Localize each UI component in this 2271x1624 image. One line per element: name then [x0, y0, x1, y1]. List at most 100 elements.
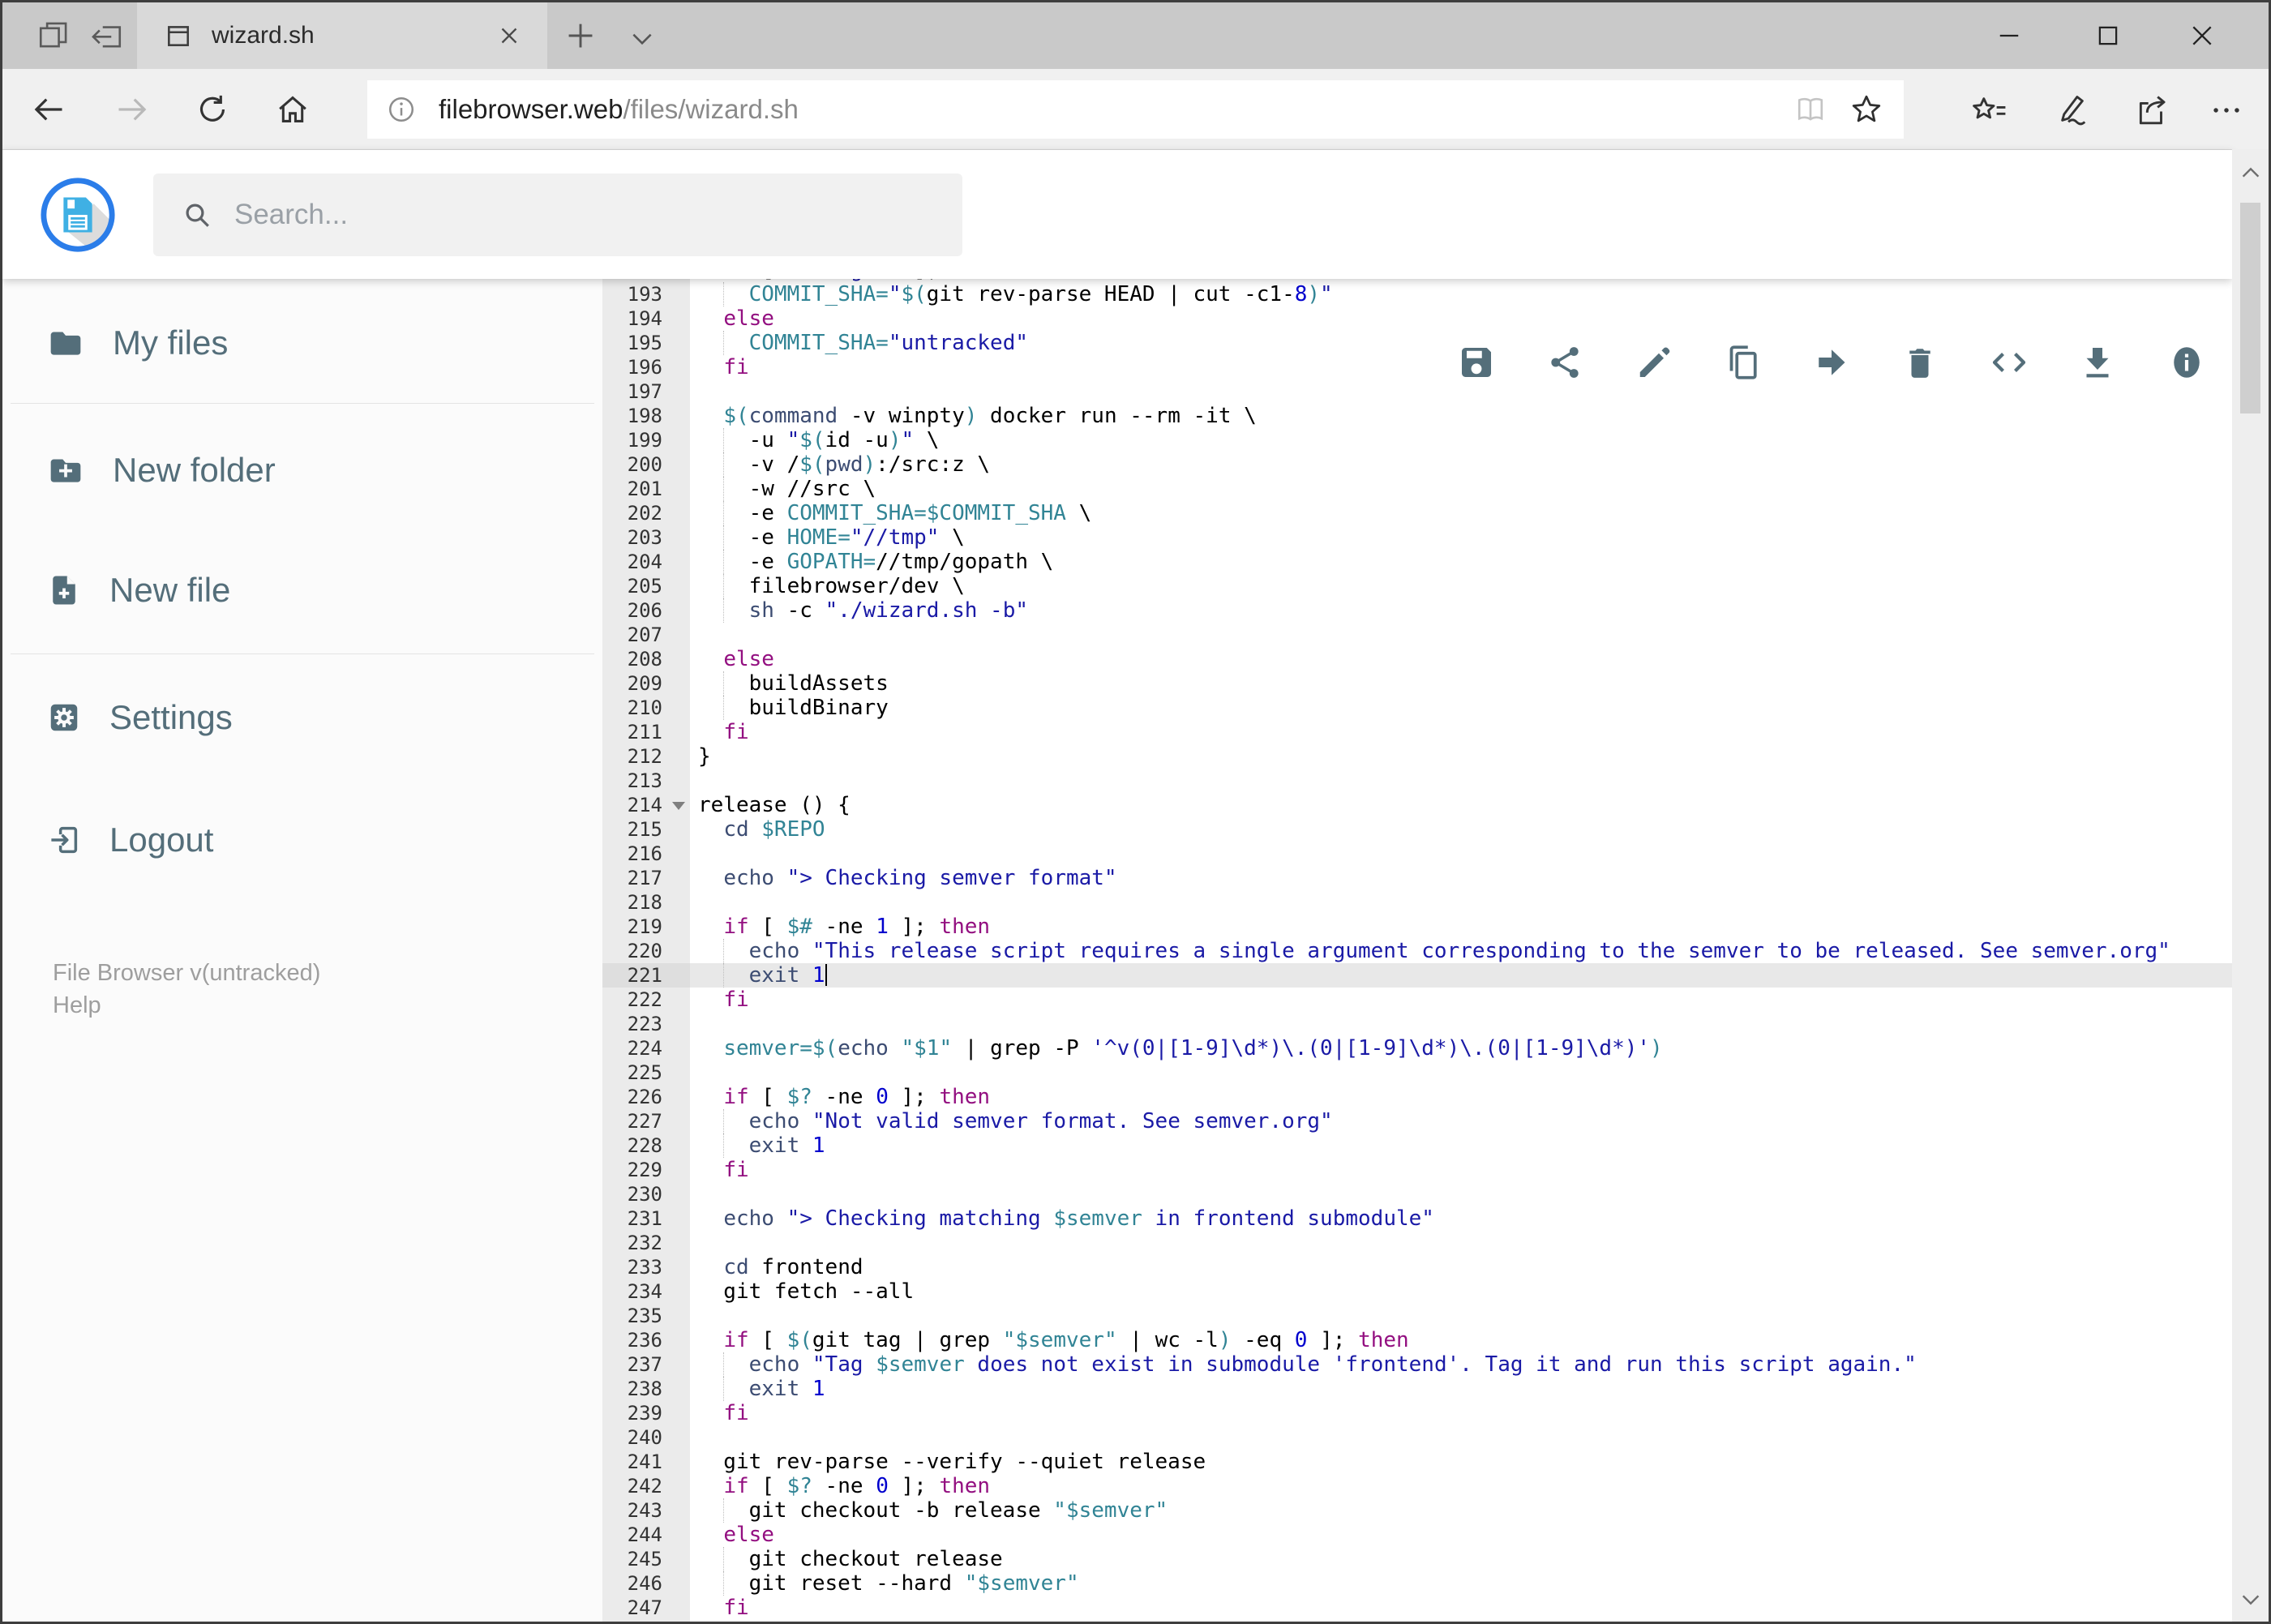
line-number[interactable]: 245: [602, 1547, 690, 1571]
line-number[interactable]: 204: [602, 550, 690, 574]
line-number[interactable]: 213: [602, 769, 690, 793]
page-scrollbar[interactable]: [2232, 149, 2269, 1622]
line-number[interactable]: 209: [602, 671, 690, 696]
line-number[interactable]: 221: [602, 963, 690, 988]
line-number[interactable]: 212: [602, 744, 690, 769]
code-line[interactable]: 242 if [ $? -ne 0 ]; then: [602, 1474, 2232, 1498]
code-line[interactable]: 247 fi: [602, 1596, 2232, 1620]
line-number[interactable]: 207: [602, 623, 690, 647]
code-line[interactable]: 209 buildAssets: [602, 671, 2232, 696]
code-line[interactable]: 236 if [ $(git tag | grep "$semver" | wc…: [602, 1328, 2232, 1352]
line-number[interactable]: 247: [602, 1596, 690, 1620]
line-number[interactable]: 233: [602, 1255, 690, 1279]
line-number[interactable]: 242: [602, 1474, 690, 1498]
forward-icon[interactable]: [114, 92, 150, 127]
line-number[interactable]: 240: [602, 1425, 690, 1450]
back-icon[interactable]: [31, 92, 66, 127]
web-notes-pen-icon[interactable]: [2052, 92, 2088, 127]
info-button[interactable]: [2167, 343, 2206, 382]
code-line[interactable]: 196 fi: [602, 355, 2232, 379]
code-line[interactable]: 197: [602, 379, 2232, 404]
code-line[interactable]: 216: [602, 842, 2232, 866]
code-line[interactable]: 231 echo "> Checking matching $semver in…: [602, 1206, 2232, 1231]
line-number[interactable]: 206: [602, 598, 690, 623]
line-number[interactable]: 197: [602, 379, 690, 404]
code-line[interactable]: 241 git rev-parse --verify --quiet relea…: [602, 1450, 2232, 1474]
code-line[interactable]: 224 semver=$(echo "$1" | grep -P '^v(0|[…: [602, 1036, 2232, 1061]
code-line[interactable]: 220 echo "This release script requires a…: [602, 939, 2232, 963]
code-line[interactable]: 240: [602, 1425, 2232, 1450]
reading-view-icon[interactable]: [1793, 92, 1828, 126]
tab-close-icon[interactable]: [495, 22, 523, 49]
save-button[interactable]: [1457, 343, 1496, 382]
code-line[interactable]: 244 else: [602, 1523, 2232, 1547]
code-line[interactable]: 212}: [602, 744, 2232, 769]
line-number[interactable]: 244: [602, 1523, 690, 1547]
code-line[interactable]: 193 COMMIT_SHA="$(git rev-parse HEAD | c…: [602, 282, 2232, 306]
code-line[interactable]: 237 echo "Tag $semver does not exist in …: [602, 1352, 2232, 1377]
line-number[interactable]: 238: [602, 1377, 690, 1401]
line-number[interactable]: 214: [602, 793, 690, 817]
code-line[interactable]: 227 echo "Not valid semver format. See s…: [602, 1109, 2232, 1133]
browser-tab[interactable]: wizard.sh: [137, 2, 547, 69]
scroll-up-icon[interactable]: [2239, 161, 2263, 185]
line-number[interactable]: 231: [602, 1206, 690, 1231]
line-number[interactable]: 246: [602, 1571, 690, 1596]
code-line[interactable]: 225: [602, 1061, 2232, 1085]
line-number[interactable]: 196: [602, 355, 690, 379]
line-number[interactable]: 194: [602, 306, 690, 331]
line-number[interactable]: 243: [602, 1498, 690, 1523]
more-options-icon[interactable]: [2208, 92, 2243, 127]
line-number[interactable]: 229: [602, 1158, 690, 1182]
line-number[interactable]: 235: [602, 1304, 690, 1328]
line-number[interactable]: 234: [602, 1279, 690, 1304]
line-number[interactable]: 208: [602, 647, 690, 671]
copy-button[interactable]: [1723, 343, 1762, 382]
code-line[interactable]: 232: [602, 1231, 2232, 1255]
code-line[interactable]: 203 -e HOME="//tmp" \: [602, 525, 2232, 550]
line-number[interactable]: 193: [602, 282, 690, 306]
line-number[interactable]: 220: [602, 939, 690, 963]
line-number[interactable]: 201: [602, 477, 690, 501]
address-bar[interactable]: filebrowser.web/files/wizard.sh: [367, 80, 1904, 139]
code-line[interactable]: 223: [602, 1012, 2232, 1036]
line-number[interactable]: 205: [602, 574, 690, 598]
code-line[interactable]: 230: [602, 1182, 2232, 1206]
code-line[interactable]: 238 exit 1: [602, 1377, 2232, 1401]
code-line[interactable]: 204 -e GOPATH=//tmp/gopath \: [602, 550, 2232, 574]
search-input[interactable]: [233, 198, 962, 232]
code-line[interactable]: 217 echo "> Checking semver format": [602, 866, 2232, 890]
window-close-button[interactable]: [2169, 2, 2235, 69]
code-line[interactable]: 245 git checkout release: [602, 1547, 2232, 1571]
window-maximize-button[interactable]: [2075, 2, 2141, 69]
code-line[interactable]: 219 if [ $# -ne 1 ]; then: [602, 915, 2232, 939]
code-line[interactable]: 213: [602, 769, 2232, 793]
site-info-icon[interactable]: [385, 93, 418, 126]
sidebar-item-logout[interactable]: Logout: [48, 814, 213, 866]
code-editor[interactable]: 192 if [ -d ".git" ]; then193 COMMIT_SHA…: [602, 279, 2232, 1622]
delete-button[interactable]: [1900, 343, 1939, 382]
line-number[interactable]: 224: [602, 1036, 690, 1061]
edit-button[interactable]: [1635, 343, 1673, 382]
code-line[interactable]: 235: [602, 1304, 2232, 1328]
code-line[interactable]: 206 sh -c "./wizard.sh -b": [602, 598, 2232, 623]
code-line[interactable]: 202 -e COMMIT_SHA=$COMMIT_SHA \: [602, 501, 2232, 525]
tab-preview-icon[interactable]: [36, 19, 71, 53]
code-line[interactable]: 218: [602, 890, 2232, 915]
refresh-icon[interactable]: [195, 92, 230, 127]
hub-favorites-icon[interactable]: [1971, 92, 2007, 127]
code-line[interactable]: 200 -v /$(pwd):/src:z \: [602, 452, 2232, 477]
line-number[interactable]: 225: [602, 1061, 690, 1085]
line-number[interactable]: 195: [602, 331, 690, 355]
line-number[interactable]: 217: [602, 866, 690, 890]
code-line[interactable]: 243 git checkout -b release "$semver": [602, 1498, 2232, 1523]
code-line[interactable]: 226 if [ $? -ne 0 ]; then: [602, 1085, 2232, 1109]
scroll-down-icon[interactable]: [2239, 1588, 2263, 1612]
code-line[interactable]: 210 buildBinary: [602, 696, 2232, 720]
file-browser-logo[interactable]: [38, 175, 118, 255]
line-number[interactable]: 241: [602, 1450, 690, 1474]
line-number[interactable]: 216: [602, 842, 690, 866]
code-line[interactable]: 221 exit 1: [602, 963, 2232, 988]
share-icon[interactable]: [2133, 92, 2169, 127]
code-button[interactable]: [1990, 343, 2029, 382]
